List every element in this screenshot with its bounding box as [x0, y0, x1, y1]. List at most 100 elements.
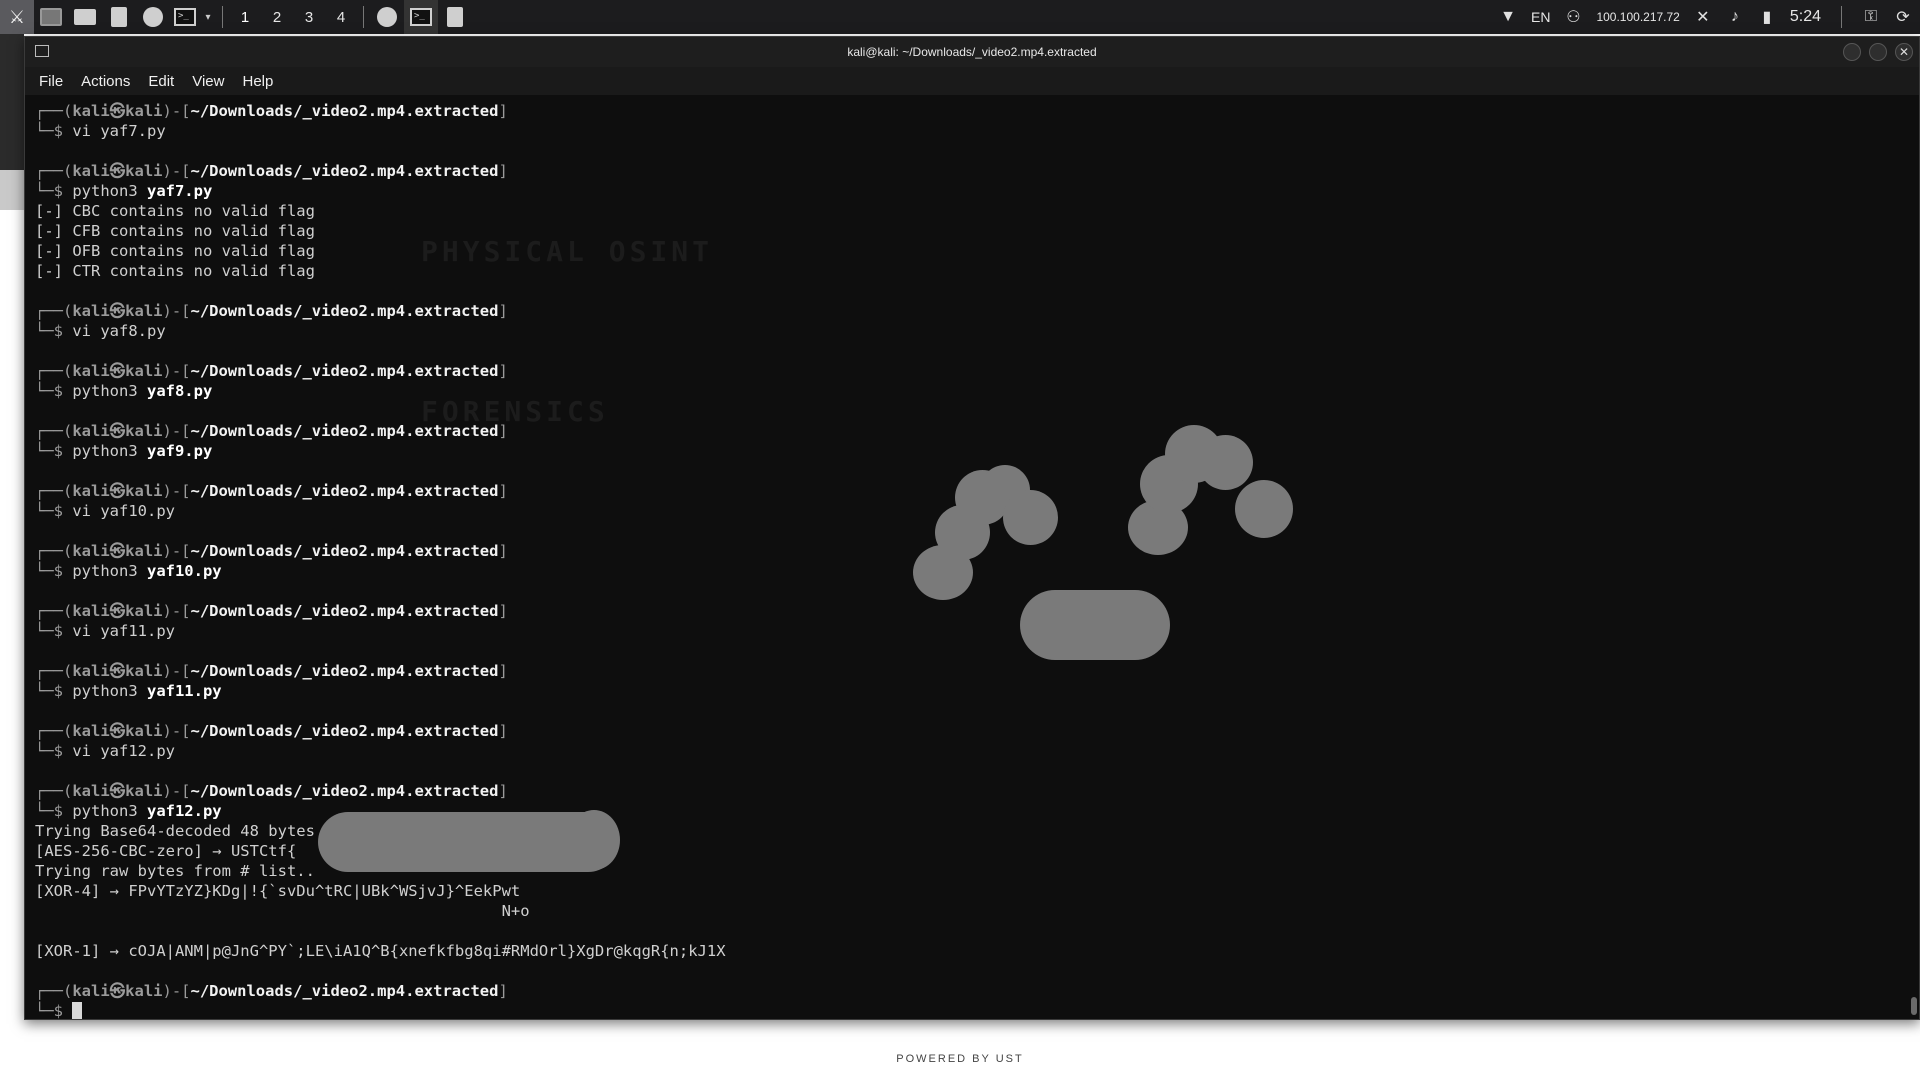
kali-menu-icon[interactable]: ⚔ [0, 0, 34, 34]
command-line: └─$ vi yaf10.py [35, 501, 726, 521]
top-panel: ⚔ >_ ▾ 1 2 3 4 >_ ▼ EN ⚇ 100.100.217.72 … [0, 0, 1920, 34]
command-argument: yaf8.py [100, 322, 166, 340]
prompt-bracket: ] [498, 422, 508, 440]
vpn-icon[interactable]: ⚇ [1564, 7, 1582, 27]
keyboard-layout[interactable]: EN [1531, 9, 1550, 25]
firefox-icon[interactable] [136, 0, 170, 34]
lock-icon[interactable]: ⚿ [1862, 8, 1880, 26]
clock[interactable]: 5:24 [1790, 8, 1821, 26]
command-argument: yaf10.py [100, 502, 175, 520]
prompt-user-host: kali㉿kali [72, 482, 163, 500]
prompt-bracket: )-[ [162, 602, 191, 620]
menu-file[interactable]: File [39, 73, 63, 90]
command-line: └─$ vi yaf12.py [35, 741, 726, 761]
prompt-bracket: ┌──( [35, 982, 73, 1000]
menu-help[interactable]: Help [242, 73, 273, 90]
menu-edit[interactable]: Edit [148, 73, 174, 90]
prompt-bracket: )-[ [162, 302, 191, 320]
close-button[interactable]: ✕ [1895, 43, 1913, 61]
window-titlebar[interactable]: kali@kali: ~/Downloads/_video2.mp4.extra… [25, 37, 1919, 67]
prompt-user-host: kali㉿kali [72, 982, 163, 1000]
editor-task-icon[interactable] [438, 0, 472, 34]
prompt-user-host: kali㉿kali [72, 422, 163, 440]
workspace-3[interactable]: 3 [293, 9, 325, 26]
prompt-bracket: ] [498, 482, 508, 500]
background-window-edge [0, 170, 24, 210]
panel-separator [1841, 6, 1842, 28]
menu-actions[interactable]: Actions [81, 73, 130, 90]
panel-separator [363, 6, 364, 28]
ip-address: 100.100.217.72 [1596, 10, 1680, 24]
prompt-path: ~/Downloads/_video2.mp4.extracted [190, 602, 499, 620]
text-editor-icon[interactable] [102, 0, 136, 34]
battery-icon[interactable]: ▮ [1758, 7, 1776, 27]
prompt-line: ┌──(kali㉿kali)-[~/Downloads/_video2.mp4.… [35, 361, 726, 381]
prompt-bracket: ] [498, 362, 508, 380]
notification-bell-icon[interactable]: ♪ [1726, 8, 1744, 26]
scrollbar[interactable] [1911, 997, 1917, 1015]
prompt-bracket: )-[ [162, 102, 191, 120]
menu-view[interactable]: View [192, 73, 224, 90]
prompt-line: ┌──(kali㉿kali)-[~/Downloads/_video2.mp4.… [35, 661, 726, 681]
prompt-symbol: └─$ [35, 1002, 73, 1019]
firefox-task-icon[interactable] [370, 0, 404, 34]
command-line: └─$ python3 yaf10.py [35, 561, 726, 581]
command-name: python3 [72, 802, 147, 820]
prompt-symbol: └─$ [35, 442, 73, 460]
redaction-blob [568, 810, 620, 870]
command-name: python3 [72, 382, 147, 400]
prompt-line: ┌──(kali㉿kali)-[~/Downloads/_video2.mp4.… [35, 161, 726, 181]
prompt-symbol: └─$ [35, 562, 73, 580]
prompt-bracket: )-[ [162, 662, 191, 680]
prompt-user-host: kali㉿kali [72, 662, 163, 680]
prompt-bracket: ┌──( [35, 782, 73, 800]
prompt-path: ~/Downloads/_video2.mp4.extracted [190, 482, 499, 500]
menu-bar: File Actions Edit View Help [25, 67, 1919, 95]
prompt-path: ~/Downloads/_video2.mp4.extracted [190, 362, 499, 380]
prompt-bracket: ] [498, 102, 508, 120]
chevron-down-icon[interactable]: ▾ [200, 0, 216, 34]
prompt-bracket: )-[ [162, 542, 191, 560]
prompt-bracket: ┌──( [35, 302, 73, 320]
workspace-2[interactable]: 2 [261, 9, 293, 26]
show-desktop-icon[interactable] [34, 0, 68, 34]
command-name: python3 [72, 182, 147, 200]
wifi-icon[interactable]: ▼ [1499, 8, 1517, 26]
prompt-bracket: )-[ [162, 722, 191, 740]
command-line: └─$ python3 yaf7.py [35, 181, 726, 201]
redaction-blob [1020, 590, 1170, 660]
prompt-user-host: kali㉿kali [72, 162, 163, 180]
file-manager-icon[interactable] [68, 0, 102, 34]
command-argument: yaf11.py [146, 682, 222, 700]
prompt-line: ┌──(kali㉿kali)-[~/Downloads/_video2.mp4.… [35, 541, 726, 561]
terminal-task-icon[interactable]: >_ [404, 0, 438, 34]
prompt-user-host: kali㉿kali [72, 302, 163, 320]
redaction-blob [1003, 490, 1058, 545]
prompt-user-host: kali㉿kali [72, 542, 163, 560]
prompt-symbol: └─$ [35, 622, 73, 640]
workspace-4[interactable]: 4 [325, 9, 357, 26]
prompt-bracket: ] [498, 982, 508, 1000]
prompt-line: ┌──(kali㉿kali)-[~/Downloads/_video2.mp4.… [35, 781, 726, 801]
prompt-line: ┌──(kali㉿kali)-[~/Downloads/_video2.mp4.… [35, 301, 726, 321]
minimize-button[interactable] [1843, 43, 1861, 61]
maximize-button[interactable] [1869, 43, 1887, 61]
workspace-1[interactable]: 1 [229, 9, 261, 26]
redaction-blob [1198, 435, 1253, 490]
prompt-path: ~/Downloads/_video2.mp4.extracted [190, 542, 499, 560]
prompt-line: ┌──(kali㉿kali)-[~/Downloads/_video2.mp4.… [35, 421, 726, 441]
command-name: python3 [72, 442, 147, 460]
prompt-bracket: ] [498, 722, 508, 740]
command-name: vi [72, 122, 101, 140]
output-line: [XOR-1] → cOJA|ANM|p@JnG^PY`;LE\iA1Q^B{x… [35, 942, 726, 960]
terminal-launcher-icon[interactable]: >_ [170, 0, 200, 34]
volume-muted-icon[interactable]: ✕ [1694, 7, 1712, 27]
command-line: └─$ vi yaf11.py [35, 621, 726, 641]
logout-icon[interactable]: ⟳ [1894, 7, 1912, 27]
